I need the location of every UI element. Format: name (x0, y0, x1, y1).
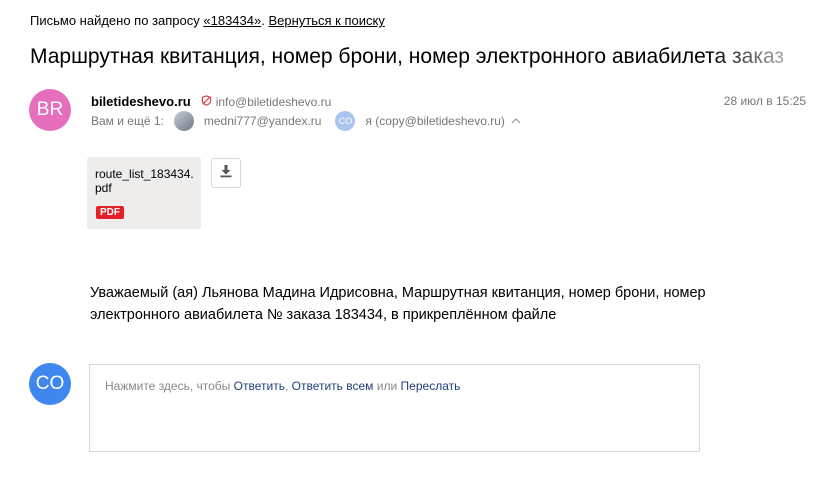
chevron-up-icon[interactable] (511, 115, 521, 127)
reply-link[interactable]: Ответить (234, 379, 285, 393)
attachment-card[interactable]: route_list_183434.pdf PDF (87, 157, 201, 229)
email-date: 28 июл в 15:25 (723, 94, 806, 108)
recipient-email-self[interactable]: я (copy@biletideshevo.ru) (365, 114, 504, 128)
reply-comma: , (284, 379, 289, 393)
recipients-label: Вам и ещё 1: (91, 114, 164, 128)
download-icon (219, 164, 233, 183)
user-avatar[interactable]: CO (29, 363, 71, 405)
reply-or: или (376, 379, 398, 393)
sender-email[interactable]: info@biletideshevo.ru (216, 95, 332, 109)
quick-reply-box[interactable]: Нажмите здесь, чтобы Ответить, Ответить … (89, 364, 700, 452)
forward-link[interactable]: Переслать (401, 379, 461, 393)
reply-all-link[interactable]: Ответить всем (292, 379, 374, 393)
search-separator: . (261, 13, 265, 28)
back-to-search-link[interactable]: Вернуться к поиску (268, 13, 384, 28)
reply-prompt: Нажмите здесь, чтобы Ответить, Ответить … (105, 379, 460, 393)
search-result-bar: Письмо найдено по запросу «183434». Верн… (30, 13, 385, 28)
search-prefix: Письмо найдено по запросу (30, 13, 200, 28)
reply-prefix: Нажмите здесь, чтобы (105, 379, 231, 393)
sender-avatar[interactable]: BR (29, 89, 71, 131)
recipient-avatar-photo (173, 111, 194, 131)
sender-row: biletideshevo.ru info@biletideshevo.ru (91, 94, 331, 109)
pdf-badge: PDF (96, 206, 124, 219)
shield-icon (201, 94, 212, 109)
sender-name[interactable]: biletideshevo.ru (91, 94, 191, 109)
search-query-link[interactable]: «183434» (203, 13, 261, 28)
recipient-email[interactable]: medni777@yandex.ru (204, 114, 322, 128)
email-body: Уважаемый (ая) Льянова Мадина Идрисовна,… (90, 285, 706, 323)
recipients-row: Вам и ещё 1: medni777@yandex.ru CO я (co… (91, 111, 521, 131)
download-button[interactable] (211, 158, 241, 188)
recipient-avatar-co: CO (335, 111, 356, 131)
attachment-filename: route_list_183434.pdf (95, 167, 194, 195)
email-subject: Маршрутная квитанция, номер брони, номер… (30, 45, 785, 68)
